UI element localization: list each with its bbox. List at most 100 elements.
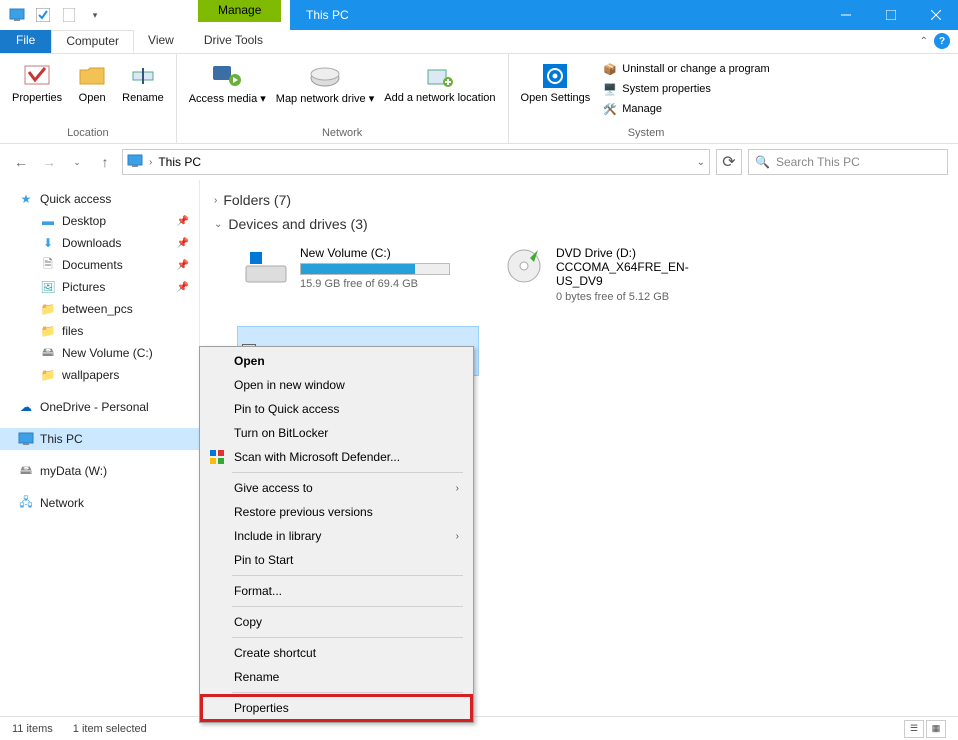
manage-button[interactable]: 🛠️Manage (600, 100, 771, 118)
forward-button[interactable]: → (38, 151, 60, 173)
ctx-open-new-window[interactable]: Open in new window (202, 373, 471, 397)
file-tab[interactable]: File (0, 30, 51, 53)
drives-header-label: Devices and drives (3) (228, 216, 367, 232)
sidebar-quick-access[interactable]: ★Quick access (0, 188, 199, 210)
desktop-icon: ▬ (40, 213, 56, 229)
back-button[interactable]: ← (10, 151, 32, 173)
system-props-label: System properties (622, 83, 711, 95)
up-button[interactable]: ↑ (94, 151, 116, 173)
sidebar-label: OneDrive - Personal (40, 400, 149, 414)
ribbon-group-network: Access media ▾ Map network drive ▾ Add a… (177, 54, 509, 143)
ctx-restore-versions[interactable]: Restore previous versions (202, 500, 471, 524)
add-location-button[interactable]: Add a network location (380, 58, 499, 107)
drive-d[interactable]: DVD Drive (D:) CCCOMA_X64FRE_EN-US_DV9 0… (498, 242, 738, 307)
open-button[interactable]: Open (68, 58, 116, 106)
sidebar-downloads[interactable]: ⬇ Downloads 📌 (0, 232, 199, 254)
sidebar-this-pc[interactable]: This PC (0, 428, 199, 450)
titlebar: ▾ Manage This PC (0, 0, 958, 30)
quick-access-toolbar: ▾ (0, 4, 106, 26)
manage-contextual-tab[interactable]: Manage (198, 0, 281, 22)
ctx-pin-start[interactable]: Pin to Start (202, 548, 471, 572)
uninstall-button[interactable]: 📦Uninstall or change a program (600, 60, 771, 78)
downloads-icon: ⬇ (40, 235, 56, 251)
sidebar-new-volume[interactable]: 🖴New Volume (C:) (0, 342, 199, 364)
sidebar-label: Network (40, 496, 84, 510)
sidebar-between-pcs[interactable]: 📁between_pcs (0, 298, 199, 320)
ctx-label: Give access to (234, 481, 313, 495)
view-tab[interactable]: View (134, 30, 188, 53)
qat-dropdown-icon[interactable]: ▾ (84, 4, 106, 26)
pc-icon (127, 154, 143, 170)
properties-button[interactable]: Properties (8, 58, 66, 106)
search-box[interactable]: 🔍 Search This PC (748, 149, 948, 175)
sidebar-desktop[interactable]: ▬Desktop📌 (0, 210, 199, 232)
drive-c[interactable]: New Volume (C:) 15.9 GB free of 69.4 GB (238, 242, 478, 307)
folder-icon: 📁 (40, 323, 56, 339)
folder-icon: 📁 (40, 301, 56, 317)
details-view-button[interactable]: ☰ (904, 720, 924, 738)
pin-icon: 📌 (177, 282, 189, 293)
defender-shield-icon (208, 448, 226, 466)
system-group-label: System (517, 125, 776, 139)
properties-label: Properties (12, 92, 62, 104)
ctx-create-shortcut[interactable]: Create shortcut (202, 641, 471, 665)
qat-document-icon[interactable] (58, 4, 80, 26)
ctx-defender[interactable]: Scan with Microsoft Defender... (202, 445, 471, 469)
sidebar-label: Downloads (62, 236, 121, 250)
sidebar-label: wallpapers (62, 368, 119, 382)
access-media-button[interactable]: Access media ▾ (185, 58, 270, 107)
map-drive-label: Map network drive ▾ (276, 92, 374, 105)
open-folder-icon (76, 60, 108, 92)
sidebar-documents[interactable]: 🗎Documents📌 (0, 254, 199, 276)
pin-icon: 📌 (177, 238, 189, 249)
ctx-properties[interactable]: Properties (202, 696, 471, 720)
sidebar-label: This PC (40, 432, 83, 446)
tiles-view-button[interactable]: ▦ (926, 720, 946, 738)
sidebar-pictures[interactable]: 🖼Pictures📌 (0, 276, 199, 298)
maximize-button[interactable] (868, 0, 913, 30)
uninstall-label: Uninstall or change a program (622, 63, 769, 75)
ctx-format[interactable]: Format... (202, 579, 471, 603)
sidebar-wallpapers[interactable]: 📁wallpapers (0, 364, 199, 386)
ctx-rename[interactable]: Rename (202, 665, 471, 689)
drive-tools-tab[interactable]: Drive Tools (190, 30, 277, 53)
open-settings-button[interactable]: Open Settings (517, 58, 595, 120)
context-menu: Open Open in new window Pin to Quick acc… (199, 346, 474, 723)
ctx-give-access[interactable]: Give access to› (202, 476, 471, 500)
windows-drive-icon (242, 246, 290, 286)
address-bar[interactable]: › This PC ⌄ (122, 149, 710, 175)
system-props-button[interactable]: 🖥️System properties (600, 80, 771, 98)
ctx-open[interactable]: Open (202, 349, 471, 373)
access-media-icon (211, 60, 243, 92)
ctx-copy[interactable]: Copy (202, 610, 471, 634)
address-dropdown-icon[interactable]: ⌄ (697, 157, 705, 168)
refresh-button[interactable]: ⟳ (716, 149, 742, 175)
sidebar-mydata[interactable]: 🖴myData (W:) (0, 460, 199, 482)
sidebar-onedrive[interactable]: ☁OneDrive - Personal (0, 396, 199, 418)
sidebar-network[interactable]: 🖧Network (0, 492, 199, 514)
ctx-include-library[interactable]: Include in library› (202, 524, 471, 548)
drive-free-label: 15.9 GB free of 69.4 GB (300, 278, 450, 290)
collapse-ribbon-icon[interactable]: ⌃ (920, 36, 928, 47)
qat-checkbox-icon[interactable] (32, 4, 54, 26)
recent-dropdown[interactable]: ⌄ (66, 151, 88, 173)
drive-name: DVD Drive (D:) CCCOMA_X64FRE_EN-US_DV9 (556, 246, 734, 288)
minimize-button[interactable] (823, 0, 868, 30)
ctx-pin-quick-access[interactable]: Pin to Quick access (202, 397, 471, 421)
help-icon[interactable]: ? (934, 33, 950, 49)
folders-section-header[interactable]: ›Folders (7) (214, 188, 944, 212)
ctx-separator (232, 606, 463, 607)
map-drive-button[interactable]: Map network drive ▾ (272, 58, 378, 107)
rename-button[interactable]: Rename (118, 58, 168, 106)
computer-tab[interactable]: Computer (51, 30, 134, 53)
location-group-label: Location (8, 125, 168, 139)
settings-gear-icon (539, 60, 571, 92)
drive-usage-bar (300, 263, 450, 275)
close-button[interactable] (913, 0, 958, 30)
app-icon[interactable] (6, 4, 28, 26)
ctx-bitlocker[interactable]: Turn on BitLocker (202, 421, 471, 445)
ribbon: Properties Open Rename Location Access m… (0, 54, 958, 144)
pin-icon: 📌 (177, 216, 189, 227)
sidebar-files[interactable]: 📁files (0, 320, 199, 342)
drives-section-header[interactable]: ⌄Devices and drives (3) (214, 212, 944, 236)
